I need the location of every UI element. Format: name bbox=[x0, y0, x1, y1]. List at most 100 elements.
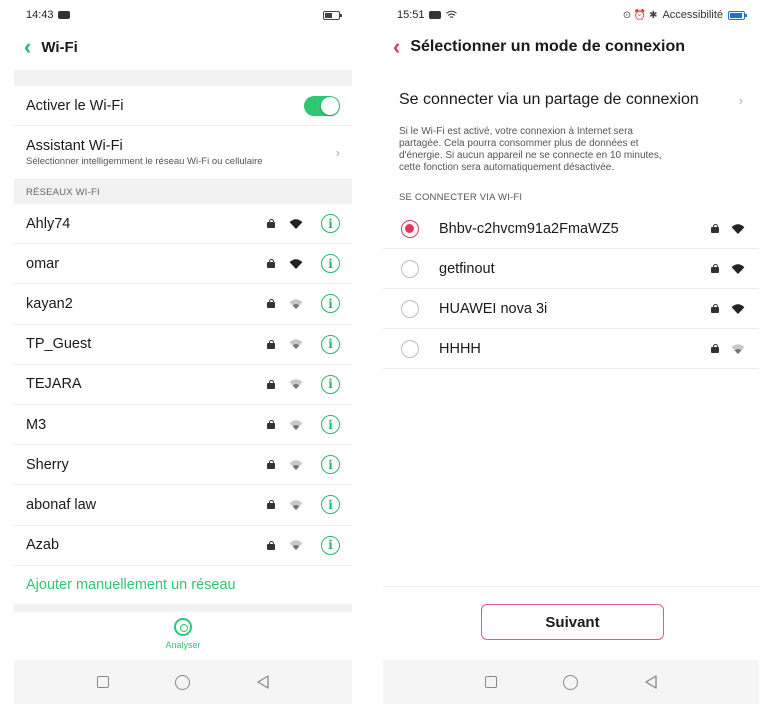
network-row[interactable]: kayan2 i bbox=[14, 284, 352, 325]
lock-icon bbox=[711, 264, 719, 273]
info-icon[interactable]: i bbox=[321, 254, 340, 274]
lock-icon bbox=[711, 344, 719, 353]
next-button[interactable]: Suivant bbox=[481, 604, 664, 640]
network-row[interactable]: Sherry i bbox=[14, 445, 352, 486]
lock-icon bbox=[267, 420, 275, 430]
radio-button[interactable] bbox=[401, 259, 419, 278]
back-icon[interactable] bbox=[256, 675, 270, 689]
wifi-assistant-row[interactable]: Assistant Wi-Fi Sélectionner intelligemm… bbox=[14, 126, 352, 180]
info-icon[interactable]: i bbox=[321, 535, 340, 555]
network-row[interactable]: omar i bbox=[14, 244, 352, 285]
section-divider bbox=[14, 70, 352, 86]
lock-icon bbox=[267, 379, 275, 389]
network-list: Ahly74 i omar i kayan2 i TP_Guest i TEJARA i M3 i Sh… bbox=[14, 204, 352, 566]
recents-icon[interactable] bbox=[484, 676, 497, 688]
wifi-status-icon bbox=[445, 10, 457, 18]
network-row[interactable]: Azab i bbox=[14, 526, 352, 566]
notification-icon bbox=[57, 11, 70, 19]
network-row[interactable]: Ahly74 i bbox=[14, 204, 352, 245]
wifi-icon bbox=[289, 500, 303, 510]
info-icon[interactable]: i bbox=[321, 495, 340, 515]
title-bar: ‹ Sélectionner un mode de connexion bbox=[383, 30, 759, 64]
wifi-settings-screen: 14:43 ‹ Wi-Fi Activer le Wi-Fi Assistant… bbox=[14, 0, 352, 704]
info-icon[interactable]: i bbox=[321, 294, 340, 314]
info-icon[interactable]: i bbox=[321, 374, 340, 394]
scan-icon bbox=[174, 618, 192, 636]
wifi-icon bbox=[289, 339, 303, 350]
info-icon[interactable]: i bbox=[321, 334, 340, 354]
status-time: 14:43 bbox=[26, 9, 54, 21]
wifi-icon bbox=[289, 299, 303, 309]
network-name: Bhbv-c2hvcm91a2FmaWZ5 bbox=[439, 220, 619, 237]
lock-icon bbox=[267, 500, 275, 510]
status-bar: 15:51 ⊙ ⏰ ✱ Accessibilité bbox=[383, 0, 759, 30]
title-bar: ‹ Wi-Fi bbox=[14, 30, 352, 64]
battery-icon bbox=[323, 10, 342, 20]
lock-icon bbox=[267, 540, 275, 550]
hotspot-label: Se connecter via un partage de connexion bbox=[399, 91, 699, 108]
system-nav-bar bbox=[383, 660, 759, 704]
network-name: abonaf law bbox=[26, 496, 97, 513]
wifi-network-option[interactable]: HHHH bbox=[383, 329, 759, 369]
back-chevron-icon[interactable]: ‹ bbox=[24, 36, 31, 58]
notification-icon bbox=[428, 11, 441, 19]
radio-button[interactable] bbox=[401, 339, 419, 358]
network-row[interactable]: abonaf law i bbox=[14, 485, 352, 526]
network-row[interactable]: TEJARA i bbox=[14, 365, 352, 405]
home-icon[interactable] bbox=[174, 674, 190, 690]
accessibility-text: Accessibilité bbox=[662, 9, 723, 21]
wifi-toggle-label: Activer le Wi-Fi bbox=[26, 97, 124, 114]
back-chevron-icon[interactable]: ‹ bbox=[393, 36, 400, 58]
network-name: Azab bbox=[26, 537, 60, 554]
recents-icon[interactable] bbox=[96, 676, 109, 688]
lock-icon bbox=[711, 304, 719, 313]
status-bar: 14:43 bbox=[14, 0, 352, 30]
page-title: Sélectionner un mode de connexion bbox=[410, 38, 686, 55]
lock-icon bbox=[711, 224, 719, 233]
analyse-button[interactable]: Analyser bbox=[14, 618, 352, 650]
network-name: HUAWEI nova 3i bbox=[439, 300, 548, 317]
network-name: TEJARA bbox=[26, 376, 82, 393]
info-icon[interactable]: i bbox=[321, 455, 340, 475]
lock-icon bbox=[267, 460, 275, 470]
radio-button[interactable] bbox=[401, 219, 419, 238]
battery-icon bbox=[728, 10, 747, 20]
wifi-section-header: SE CONNECTER VIA WI-FI bbox=[399, 192, 523, 203]
chevron-right-icon: › bbox=[335, 145, 340, 160]
wifi-network-option[interactable]: HUAWEI nova 3i bbox=[383, 289, 759, 329]
wifi-icon bbox=[731, 263, 745, 274]
analyse-label: Analyser bbox=[165, 640, 201, 650]
wifi-network-option[interactable]: Bhbv-c2hvcm91a2FmaWZ5 bbox=[383, 209, 759, 249]
wifi-toggle-switch[interactable] bbox=[304, 95, 340, 116]
network-name: kayan2 bbox=[26, 295, 73, 312]
wifi-assistant-title: Assistant Wi-Fi bbox=[26, 138, 123, 154]
info-icon[interactable]: i bbox=[321, 214, 340, 234]
wifi-icon bbox=[289, 259, 303, 269]
wifi-icon bbox=[289, 218, 303, 229]
wifi-toggle-row[interactable]: Activer le Wi-Fi bbox=[14, 86, 352, 126]
wifi-icon bbox=[731, 343, 745, 354]
add-network-manually-link[interactable]: Ajouter manuellement un réseau bbox=[14, 566, 352, 606]
networks-section-header: RÉSEAUX WI-FI bbox=[14, 180, 352, 204]
network-row[interactable]: M3 i bbox=[14, 405, 352, 446]
radio-button[interactable] bbox=[401, 299, 419, 318]
lock-icon bbox=[267, 259, 275, 269]
chevron-right-icon: › bbox=[738, 92, 743, 108]
status-time: 15:51 bbox=[397, 9, 425, 21]
wifi-assistant-subtitle: Sélectionner intelligemment le réseau Wi… bbox=[26, 156, 263, 167]
network-name: omar bbox=[26, 255, 60, 272]
wifi-network-option[interactable]: getfinout bbox=[383, 249, 759, 289]
wifi-icon bbox=[731, 303, 745, 314]
network-name: Ahly74 bbox=[26, 215, 71, 232]
info-icon[interactable]: i bbox=[321, 415, 340, 435]
hotspot-connection-row[interactable]: Se connecter via un partage de connexion… bbox=[383, 80, 759, 120]
page-title: Wi-Fi bbox=[41, 38, 78, 56]
back-icon[interactable] bbox=[644, 675, 658, 689]
status-icons: ⊙ ⏰ ✱ bbox=[622, 9, 658, 21]
wifi-icon bbox=[731, 223, 745, 234]
wifi-icon bbox=[289, 460, 303, 470]
network-row[interactable]: TP_Guest i bbox=[14, 325, 352, 365]
wifi-icon bbox=[289, 540, 303, 551]
network-name: M3 bbox=[26, 416, 47, 433]
home-icon[interactable] bbox=[562, 674, 578, 690]
